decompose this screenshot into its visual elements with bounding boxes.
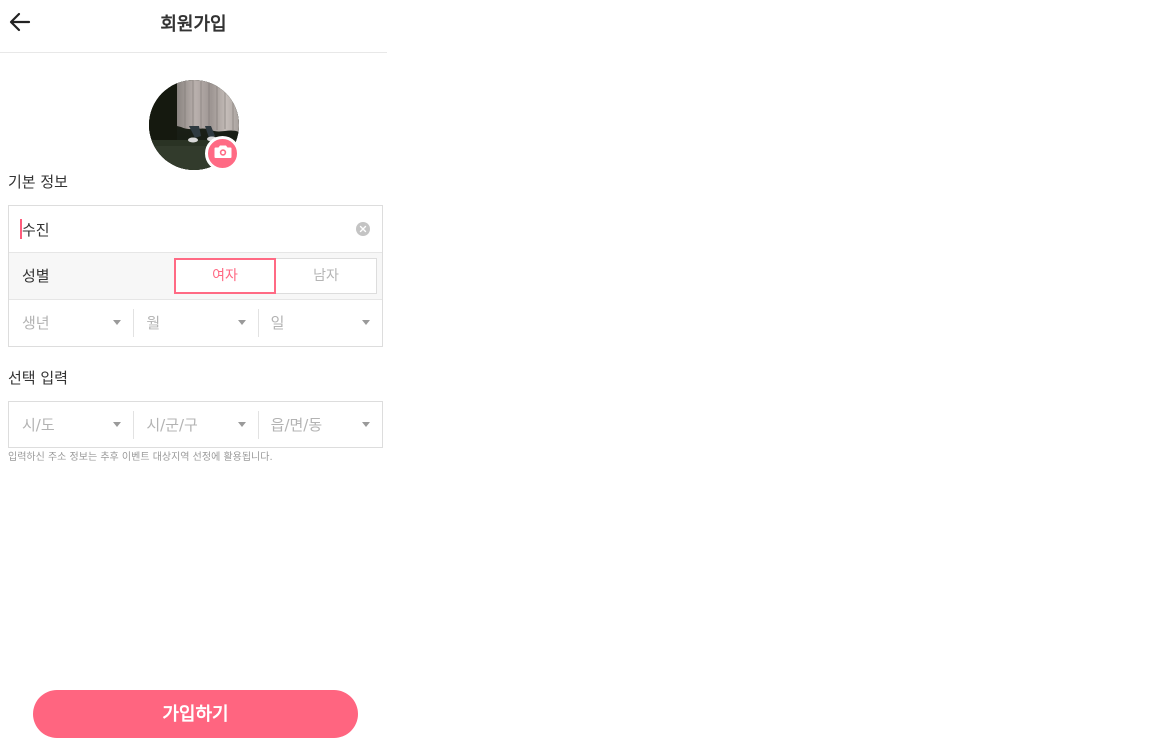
profile-photo-area	[149, 80, 243, 172]
birth-year-select[interactable]: 생년	[9, 300, 133, 346]
birth-year-placeholder: 생년	[22, 314, 50, 332]
city-select[interactable]: 시/군/구	[133, 402, 257, 448]
dropdown-arrow-icon	[113, 422, 122, 427]
birth-day-placeholder: 일	[270, 314, 285, 332]
birthdate-row: 생년 월 일	[9, 300, 382, 346]
basic-info-label: 기본 정보	[8, 173, 68, 191]
gender-label: 성별	[22, 267, 50, 285]
change-photo-button[interactable]	[205, 136, 240, 171]
gender-male-button[interactable]: 남자	[275, 258, 377, 294]
birth-month-placeholder: 월	[146, 314, 161, 332]
dropdown-arrow-icon	[361, 422, 370, 427]
signup-screen: 회원가입 기본 정보 수진 성별 여자 남자 생년 월 일 선택 입력 시/도 …	[0, 0, 387, 747]
basic-info-form: 성별 여자 남자 생년 월 일	[8, 205, 383, 347]
clear-icon	[359, 225, 367, 233]
header-bar: 회원가입	[0, 0, 387, 53]
birth-month-select[interactable]: 월	[133, 300, 257, 346]
page-title: 회원가입	[160, 14, 227, 35]
name-row	[9, 206, 382, 253]
district-select[interactable]: 읍/면/동	[257, 402, 382, 448]
city-placeholder: 시/군/구	[146, 416, 198, 434]
clear-name-button[interactable]	[356, 222, 370, 236]
dropdown-arrow-icon	[237, 320, 246, 325]
dropdown-arrow-icon	[361, 320, 370, 325]
birth-day-select[interactable]: 일	[257, 300, 382, 346]
signup-submit-button[interactable]: 가입하기	[33, 690, 358, 738]
gender-female-button[interactable]: 여자	[174, 258, 276, 294]
camera-icon	[214, 144, 232, 163]
optional-info-label: 선택 입력	[8, 369, 68, 387]
province-select[interactable]: 시/도	[9, 402, 133, 448]
dropdown-arrow-icon	[237, 422, 246, 427]
name-input[interactable]	[20, 214, 342, 244]
address-row: 시/도 시/군/구 읍/면/동	[9, 402, 382, 448]
gender-row: 성별 여자 남자	[9, 253, 382, 300]
district-placeholder: 읍/면/동	[270, 416, 323, 434]
address-hint-text: 입력하신 주소 정보는 추후 이벤트 대상지역 선정에 활용됩니다.	[8, 452, 273, 463]
address-form: 시/도 시/군/구 읍/면/동	[8, 401, 383, 448]
dropdown-arrow-icon	[113, 320, 122, 325]
province-placeholder: 시/도	[22, 416, 55, 434]
